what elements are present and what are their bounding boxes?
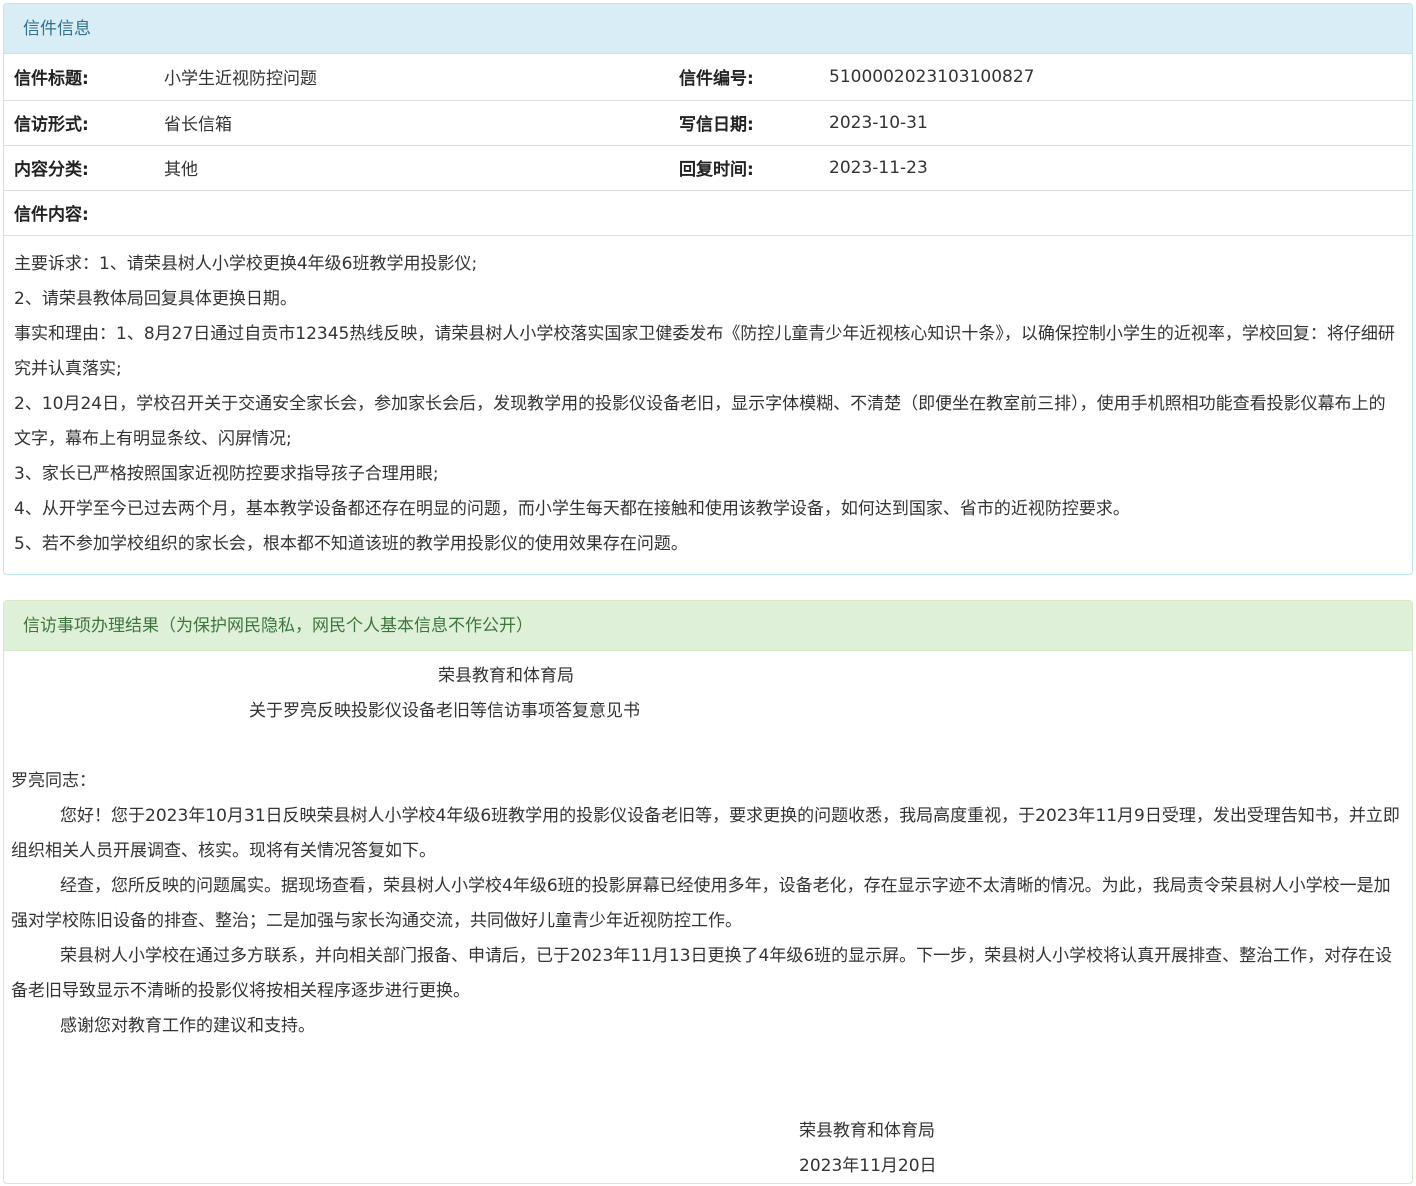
letter-info-table: 信件标题: 小学生近视防控问题 信件编号: 510000202310310082… [4, 54, 1412, 236]
content-label: 信件内容: [4, 190, 1412, 236]
content-line: 4、从开学至今已过去两个月，基本教学设备都还存在明显的问题，而小学生每天都在接触… [14, 498, 1130, 519]
reply-paragraph: 您好！您于2023年10月31日反映荣县树人小学校4年级6班教学用的投影仪设备老… [11, 806, 1400, 861]
reply-paragraph: 感谢您对教育工作的建议和支持。 [60, 1016, 315, 1036]
signature-org: 荣县教育和体育局 [799, 1121, 935, 1141]
reply-time-value: 2023-11-23 [819, 145, 1412, 191]
result-heading: 信访事项办理结果（为保护网民隐私，网民个人基本信息不作公开） [4, 601, 1412, 651]
table-row: 信件内容: [4, 190, 1412, 236]
write-date-label: 写信日期: [669, 100, 819, 146]
letter-content: 主要诉求：1、请荣县树人小学校更换4年级6班教学用投影仪; 2、请荣县教体局回复… [4, 236, 1412, 562]
table-row: 内容分类: 其他 回复时间: 2023-11-23 [4, 145, 1412, 191]
write-date-value: 2023-10-31 [819, 100, 1412, 146]
reply-paragraph: 荣县树人小学校在通过多方联系，并向相关部门报备、申请后，已于2023年11月13… [11, 946, 1393, 1001]
reply-time-label: 回复时间: [669, 145, 819, 191]
title-value: 小学生近视防控问题 [154, 54, 669, 101]
content-line: 5、若不参加学校组织的家长会，根本都不知道该班的教学用投影仪的使用效果存在问题。 [14, 533, 688, 554]
content-line: 2、请荣县教体局回复具体更换日期。 [14, 288, 297, 309]
org-title: 荣县教育和体育局 [438, 666, 574, 686]
category-label: 内容分类: [4, 145, 154, 191]
form-value: 省长信箱 [154, 100, 669, 146]
reply-paragraph: 经查，您所反映的问题属实。据现场查看，荣县树人小学校4年级6班的投影屏幕已经使用… [11, 876, 1391, 931]
letter-info-panel: 信件信息 信件标题: 小学生近视防控问题 信件编号: 5100002023103… [3, 3, 1413, 575]
category-value: 其他 [154, 145, 669, 191]
salutation: 罗亮同志： [11, 771, 96, 791]
title-label: 信件标题: [4, 54, 154, 101]
table-row: 信件标题: 小学生近视防控问题 信件编号: 510000202310310082… [4, 54, 1412, 101]
letter-info-heading: 信件信息 [4, 4, 1412, 54]
signature-date: 2023年11月20日 [799, 1156, 937, 1176]
form-label: 信访形式: [4, 100, 154, 146]
letter-number-label: 信件编号: [669, 54, 819, 101]
result-panel: 信访事项办理结果（为保护网民隐私，网民个人基本信息不作公开） 荣县教育和体育局 … [3, 600, 1413, 1184]
content-line: 事实和理由：1、8月27日通过自贡市12345热线反映，请荣县树人小学校落实国家… [14, 323, 1395, 379]
content-line: 2、10月24日，学校召开关于交通安全家长会，参加家长会后，发现教学用的投影仪设… [14, 393, 1386, 449]
table-row: 信访形式: 省长信箱 写信日期: 2023-10-31 [4, 100, 1412, 146]
content-line: 3、家长已严格按照国家近视防控要求指导孩子合理用眼; [14, 463, 439, 484]
reply-body: 荣县教育和体育局 关于罗亮反映投影仪设备老旧等信访事项答复意见书 罗亮同志： 您… [4, 651, 1412, 1183]
letter-number-value: 5100002023103100827 [819, 54, 1412, 101]
doc-title: 关于罗亮反映投影仪设备老旧等信访事项答复意见书 [249, 701, 640, 721]
content-line: 主要诉求：1、请荣县树人小学校更换4年级6班教学用投影仪; [14, 253, 478, 274]
